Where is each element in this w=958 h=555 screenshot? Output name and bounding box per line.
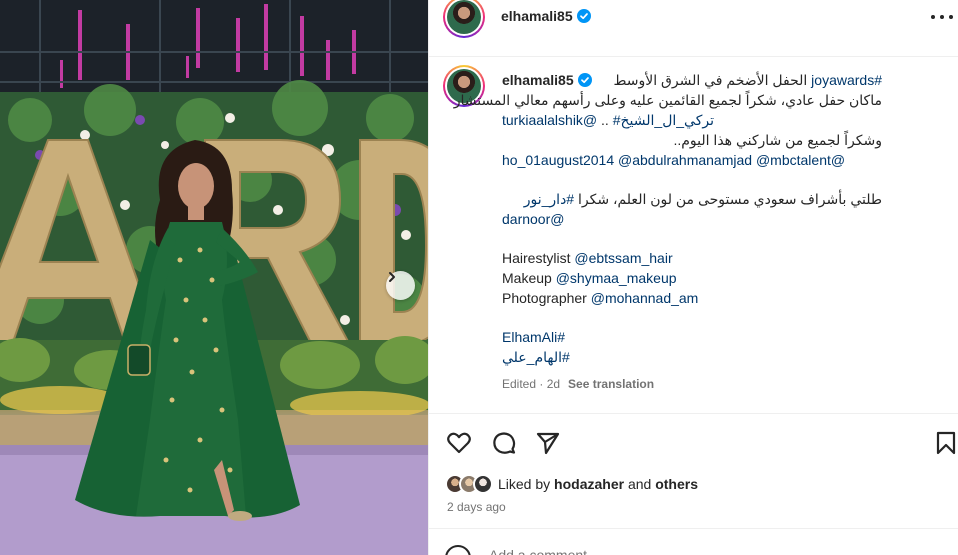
- caption-text-part: ماكان حفل عادي، شكراً لجميع القائمين علي…: [453, 92, 882, 108]
- credit-handle-link[interactable]: @shymaa_makeup: [556, 270, 677, 286]
- avatar[interactable]: [443, 0, 485, 38]
- caption-link[interactable]: #joyawards: [811, 72, 882, 88]
- post-date[interactable]: 2 days ago: [447, 500, 506, 514]
- caption-dress-line: طلتي بأشراف سعودي مستوحى من لون العلم، ش…: [502, 189, 882, 209]
- next-photo-button[interactable]: [386, 271, 415, 300]
- caption-text-part: وشكراً لجميع من شاركني هذا اليوم..: [673, 132, 882, 148]
- hashtag-elhamali[interactable]: ElhamAli#: [502, 327, 947, 347]
- credit-label: Photographer: [502, 290, 591, 306]
- caption-text-part: ..: [597, 112, 613, 128]
- heart-icon[interactable]: [446, 430, 472, 456]
- liked-by-prefix: Liked by: [498, 476, 555, 492]
- credit-label: Makeup: [502, 270, 556, 286]
- caption-username-wrap: elhamali85: [502, 70, 592, 90]
- comment-icon[interactable]: [491, 430, 517, 456]
- caption-line: turkiaalalshik@ .. #تركي_ال_الشيخ: [502, 110, 882, 130]
- hashtag-elham-ali-arabic[interactable]: #الهام_علي: [502, 347, 947, 367]
- comment-input[interactable]: [489, 547, 869, 555]
- share-icon[interactable]: [535, 430, 561, 456]
- caption-link[interactable]: #دار_نور: [524, 191, 574, 207]
- caption-line: ماكان حفل عادي، شكراً لجميع القائمين علي…: [454, 90, 882, 110]
- header-username[interactable]: elhamali85: [501, 8, 573, 24]
- credit-handle-link[interactable]: @mohannad_am: [591, 290, 699, 306]
- more-options-icon[interactable]: [931, 8, 953, 26]
- photo-illustration: [0, 0, 428, 555]
- post-header: elhamali85: [429, 0, 958, 38]
- darnoor-mention[interactable]: darnoor@: [502, 209, 947, 229]
- credit-handle-link[interactable]: @ebtssam_hair: [574, 250, 672, 266]
- caption-meta: Edited · 2d See translation: [502, 374, 947, 394]
- caption-text-part: طلتي بأشراف سعودي مستوحى من لون العلم، ش…: [574, 191, 882, 207]
- caption-line: وشكراً لجميع من شاركني هذا اليوم..: [502, 130, 882, 150]
- credit-line: Photographer @mohannad_am: [502, 288, 947, 308]
- caption-area: elhamali85 #joyawards الحفل الأضخم في ال…: [429, 56, 958, 410]
- credits-list: Hairestylist @ebtssam_hair Makeup @shymaa…: [502, 248, 947, 308]
- caption-link[interactable]: turkiaalalshik@: [502, 112, 597, 128]
- caption: elhamali85 #joyawards الحفل الأضخم في ال…: [454, 70, 947, 394]
- post-panel: elhamali85 elhamali85 #joyawards الحفل ا…: [428, 0, 958, 555]
- caption-link[interactable]: ho_01august2014 @abdulrahmanamjad @mbcta…: [502, 152, 845, 168]
- likes-summary: Liked by hodazaher and others: [445, 474, 698, 494]
- credit-line: Makeup @shymaa_makeup: [502, 268, 947, 288]
- see-translation-link[interactable]: See translation: [568, 377, 654, 391]
- caption-text-part: الحفل الأضخم في الشرق الأوسط: [613, 72, 812, 88]
- save-bookmark-icon[interactable]: [935, 430, 957, 456]
- emoji-icon[interactable]: [445, 545, 471, 555]
- comment-bar: [429, 528, 958, 555]
- edited-label: Edited · 2d: [502, 377, 561, 391]
- liked-by-user-link[interactable]: hodazaher: [554, 476, 624, 492]
- liked-by-and: and: [624, 476, 656, 492]
- credit-line: Hairestylist @ebtssam_hair: [502, 248, 947, 268]
- chevron-right-icon: [389, 272, 395, 282]
- caption-link[interactable]: #تركي_ال_الشيخ: [613, 112, 714, 128]
- post-actions: [429, 413, 958, 471]
- caption-username[interactable]: elhamali85: [502, 72, 574, 88]
- verified-badge-icon: [576, 9, 591, 23]
- verified-badge-icon: [577, 73, 592, 87]
- post-photo[interactable]: [0, 0, 428, 555]
- header-username-wrap: elhamali85: [501, 8, 591, 26]
- credit-label: Hairestylist: [502, 250, 575, 266]
- liked-by-others-link[interactable]: others: [655, 476, 698, 492]
- liker-avatar[interactable]: [473, 474, 493, 494]
- caption-line: ho_01august2014 @abdulrahmanamjad @mbcta…: [502, 150, 947, 170]
- liked-by-text: Liked by hodazaher and others: [498, 476, 698, 492]
